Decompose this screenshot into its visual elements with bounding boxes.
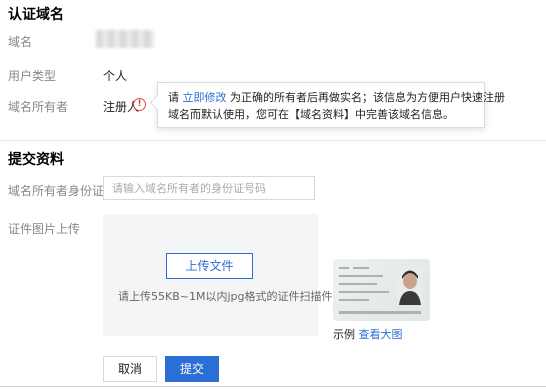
view-large-image-link[interactable]: 查看大图	[359, 328, 403, 341]
upload-label: 证件图片上传	[8, 222, 81, 236]
example-caption: 示例 查看大图	[333, 326, 403, 342]
id-number-label: 域名所有者身份证	[8, 184, 105, 198]
id-card-number-line	[339, 311, 421, 314]
upload-file-button[interactable]: 上传文件	[166, 253, 253, 279]
warning-icon[interactable]: !	[133, 98, 146, 111]
user-type-value: 个人	[103, 69, 128, 83]
id-card-portrait-icon	[397, 267, 423, 305]
owner-label: 域名所有者	[8, 100, 69, 114]
domain-value-blurred	[96, 30, 154, 48]
id-card-line	[339, 283, 377, 285]
section-title-verify-domain: 认证域名	[8, 7, 64, 23]
cancel-button[interactable]: 取消	[103, 356, 157, 382]
id-card-line	[339, 275, 383, 277]
section-divider	[0, 140, 546, 141]
tooltip-line-2: 域名而默认使用，您可在【域名资料】中完善该域名信息。	[168, 108, 454, 121]
upload-hint: 请上传55KB~1M以内jpg格式的证件扫描件	[118, 290, 333, 303]
id-card-line	[339, 299, 369, 301]
modify-now-link[interactable]: 立即修改	[183, 91, 227, 104]
submit-button[interactable]: 提交	[165, 356, 219, 382]
tooltip-prefix: 请	[168, 91, 179, 104]
tooltip-arrow	[149, 94, 166, 111]
user-type-label: 用户类型	[8, 69, 57, 83]
section-title-submit-materials: 提交资料	[8, 152, 64, 168]
id-card-line	[339, 267, 349, 269]
example-id-card-image[interactable]	[333, 259, 430, 321]
tooltip-line1-text: 为正确的所有者后再做实名；该信息为方便用户快速注册	[230, 91, 505, 104]
domain-label: 域名	[8, 35, 33, 49]
example-label: 示例	[333, 328, 355, 341]
id-card-line	[339, 291, 389, 293]
tooltip-line-1: 请 立即修改 为正确的所有者后再做实名；该信息为方便用户快速注册	[168, 89, 505, 106]
owner-tooltip: 请 立即修改 为正确的所有者后再做实名；该信息为方便用户快速注册 域名而默认使用…	[149, 82, 505, 128]
id-card-line	[353, 267, 369, 269]
id-number-input[interactable]	[103, 176, 315, 200]
bottom-divider	[0, 386, 546, 387]
